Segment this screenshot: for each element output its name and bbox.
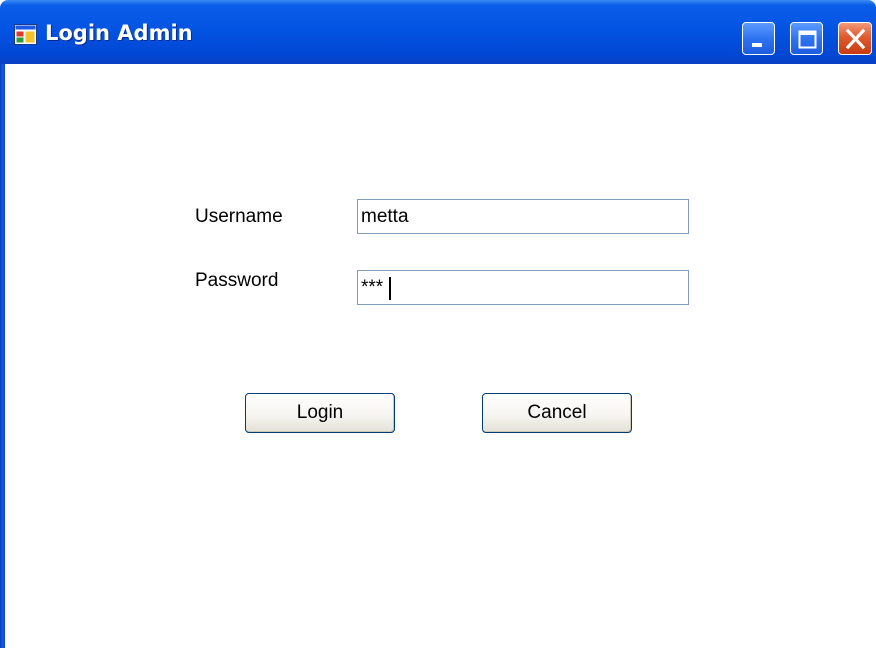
window-title: Login Admin [45, 21, 193, 45]
close-icon [845, 28, 866, 50]
username-input[interactable] [357, 199, 689, 234]
text-cursor [389, 277, 391, 300]
cancel-button[interactable]: Cancel [482, 393, 632, 433]
maximize-icon [798, 30, 817, 49]
form-client-area [5, 64, 876, 648]
password-label: Password [195, 270, 279, 291]
minimize-icon [752, 43, 762, 47]
password-input[interactable] [357, 270, 689, 305]
maximize-button[interactable] [790, 22, 823, 55]
login-admin-window: Login Admin Username Password Login Canc… [0, 0, 876, 648]
username-label: Username [195, 206, 283, 227]
login-button[interactable]: Login [245, 393, 395, 433]
app-window-icon[interactable] [14, 24, 37, 45]
minimize-button[interactable] [742, 22, 775, 55]
close-button[interactable] [838, 22, 872, 55]
title-bar[interactable]: Login Admin [0, 0, 876, 64]
